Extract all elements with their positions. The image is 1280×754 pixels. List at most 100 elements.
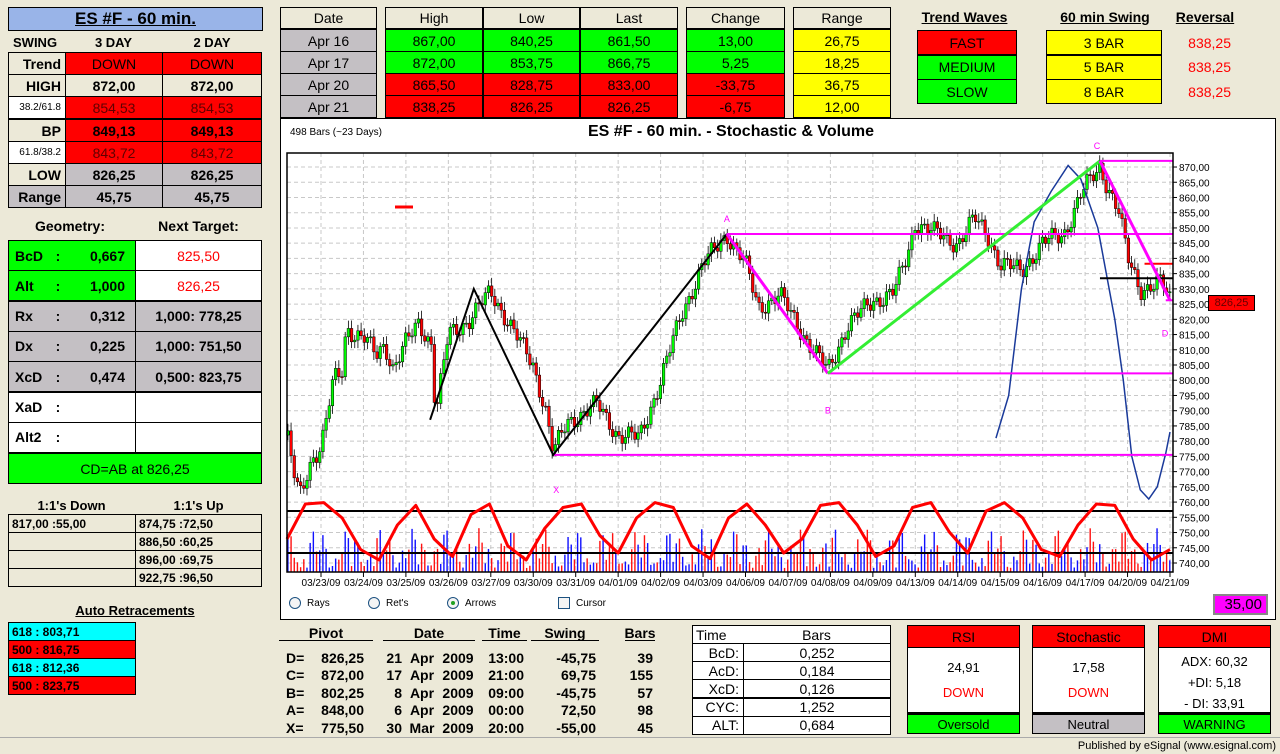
volume-bar bbox=[312, 531, 315, 572]
volume-bar bbox=[1060, 556, 1063, 572]
candle bbox=[1133, 267, 1137, 270]
quote-header-range: Range bbox=[793, 7, 891, 29]
candle bbox=[690, 296, 694, 300]
candle bbox=[423, 335, 427, 342]
volume-bar bbox=[675, 543, 678, 572]
candle bbox=[314, 457, 319, 463]
geometry-value: 1,000 bbox=[89, 277, 125, 294]
volume-bar bbox=[344, 531, 346, 572]
quote-range: 26,75 bbox=[793, 29, 891, 52]
volume-bar bbox=[701, 529, 703, 572]
volume-bar bbox=[1083, 559, 1085, 572]
indicator-body: ADX: 60,32 +DI: 5,18 - DI: 33,91 bbox=[1158, 647, 1271, 713]
y-tick-label: 755,00 bbox=[1179, 513, 1210, 524]
volume-bar bbox=[1051, 563, 1053, 572]
option-arrows[interactable]: Arrows bbox=[447, 595, 547, 611]
volume-bar bbox=[1003, 551, 1005, 572]
pivot-header-date: Date bbox=[383, 625, 475, 641]
volume-bar bbox=[1025, 539, 1028, 572]
pivot-month: Apr bbox=[409, 667, 435, 683]
candle bbox=[350, 328, 354, 343]
volume-bar bbox=[1006, 566, 1009, 572]
candle bbox=[1079, 197, 1083, 199]
pivot-label-c: C bbox=[1094, 141, 1101, 151]
last-price-label: 826,25 bbox=[1208, 295, 1255, 311]
candle bbox=[490, 285, 494, 297]
volume-bar bbox=[780, 557, 783, 572]
candle bbox=[311, 457, 315, 463]
price-chart[interactable]: 740,00 745,00 750,00 755,00 760,00 765,00 770,… bbox=[281, 119, 1275, 619]
candle bbox=[1066, 229, 1070, 233]
candle bbox=[330, 379, 335, 407]
candle bbox=[1075, 197, 1080, 209]
volume-bar bbox=[962, 565, 964, 572]
candle bbox=[942, 235, 946, 240]
one-to-one-down-header: 1:1's Down bbox=[37, 497, 106, 513]
candle bbox=[547, 405, 551, 427]
geometry-value: 0,474 bbox=[89, 368, 125, 385]
pivot-day: 30 bbox=[386, 719, 402, 736]
swing-row-label: LOW bbox=[8, 163, 66, 186]
volume-bar bbox=[433, 551, 436, 572]
swing-value: DOWN bbox=[162, 52, 262, 75]
volume-bar bbox=[1000, 536, 1002, 572]
candle bbox=[658, 384, 662, 399]
checkbox[interactable] bbox=[558, 597, 570, 609]
volume-bar bbox=[987, 540, 990, 572]
volume-bar bbox=[475, 546, 477, 572]
volume-bar bbox=[1019, 551, 1021, 572]
quote-date: Apr 20 bbox=[280, 73, 377, 96]
volume-bar bbox=[863, 551, 865, 572]
quote-header-high: High bbox=[385, 7, 483, 29]
candle bbox=[935, 221, 939, 229]
option-cursor[interactable]: Cursor bbox=[558, 595, 658, 611]
candle bbox=[853, 312, 857, 316]
geometry-target: 826,25 bbox=[135, 270, 262, 302]
status-bar: Published by eSignal (www.esignal.com) bbox=[0, 737, 1280, 754]
candle bbox=[346, 328, 350, 338]
candle bbox=[1149, 284, 1153, 292]
quote-high: 865,50 bbox=[385, 73, 483, 96]
geometry-target: 1,000: 778,25 bbox=[135, 300, 262, 332]
candle bbox=[827, 358, 831, 365]
volume-bar bbox=[815, 566, 818, 572]
volume-bar bbox=[1118, 561, 1120, 572]
candle bbox=[980, 219, 984, 222]
swing-value: 826,25 bbox=[65, 163, 163, 186]
x-tick-label: 04/21/09 bbox=[1151, 578, 1190, 589]
candle bbox=[429, 336, 433, 345]
volume-bar bbox=[853, 552, 856, 572]
swing-value: 826,25 bbox=[162, 163, 262, 186]
radio-button[interactable] bbox=[447, 597, 459, 609]
volume-bar bbox=[927, 552, 929, 572]
swing-value: 854,53 bbox=[65, 96, 163, 119]
volume-bar bbox=[866, 529, 869, 572]
radio-button[interactable] bbox=[368, 597, 380, 609]
radio-button[interactable] bbox=[289, 597, 301, 609]
volume-bar bbox=[309, 542, 311, 572]
candle bbox=[451, 324, 455, 328]
x-tick-label: 03/25/09 bbox=[386, 578, 425, 589]
y-tick-label: 760,00 bbox=[1179, 498, 1210, 509]
quote-low: 840,25 bbox=[483, 29, 580, 52]
candle bbox=[872, 301, 876, 311]
volume-bar bbox=[449, 556, 451, 572]
retracement-item: 500 : 816,75 bbox=[8, 640, 136, 659]
candle bbox=[932, 221, 936, 231]
y-tick-label: 835,00 bbox=[1179, 270, 1210, 281]
candle bbox=[639, 424, 643, 434]
volume-bar bbox=[1038, 563, 1040, 572]
candle bbox=[929, 230, 933, 234]
candle bbox=[671, 335, 675, 353]
geometry-value bbox=[69, 393, 129, 422]
volume-bar bbox=[548, 546, 550, 572]
volume-bar bbox=[589, 564, 592, 572]
x-tick-label: 04/20/09 bbox=[1108, 578, 1147, 589]
candle bbox=[537, 374, 541, 398]
volume-bar bbox=[739, 564, 741, 572]
candle bbox=[531, 362, 535, 366]
indicator-status: WARNING bbox=[1158, 712, 1271, 734]
volume-bar bbox=[681, 556, 684, 572]
volume-bar bbox=[1108, 563, 1110, 572]
candle bbox=[974, 214, 978, 222]
